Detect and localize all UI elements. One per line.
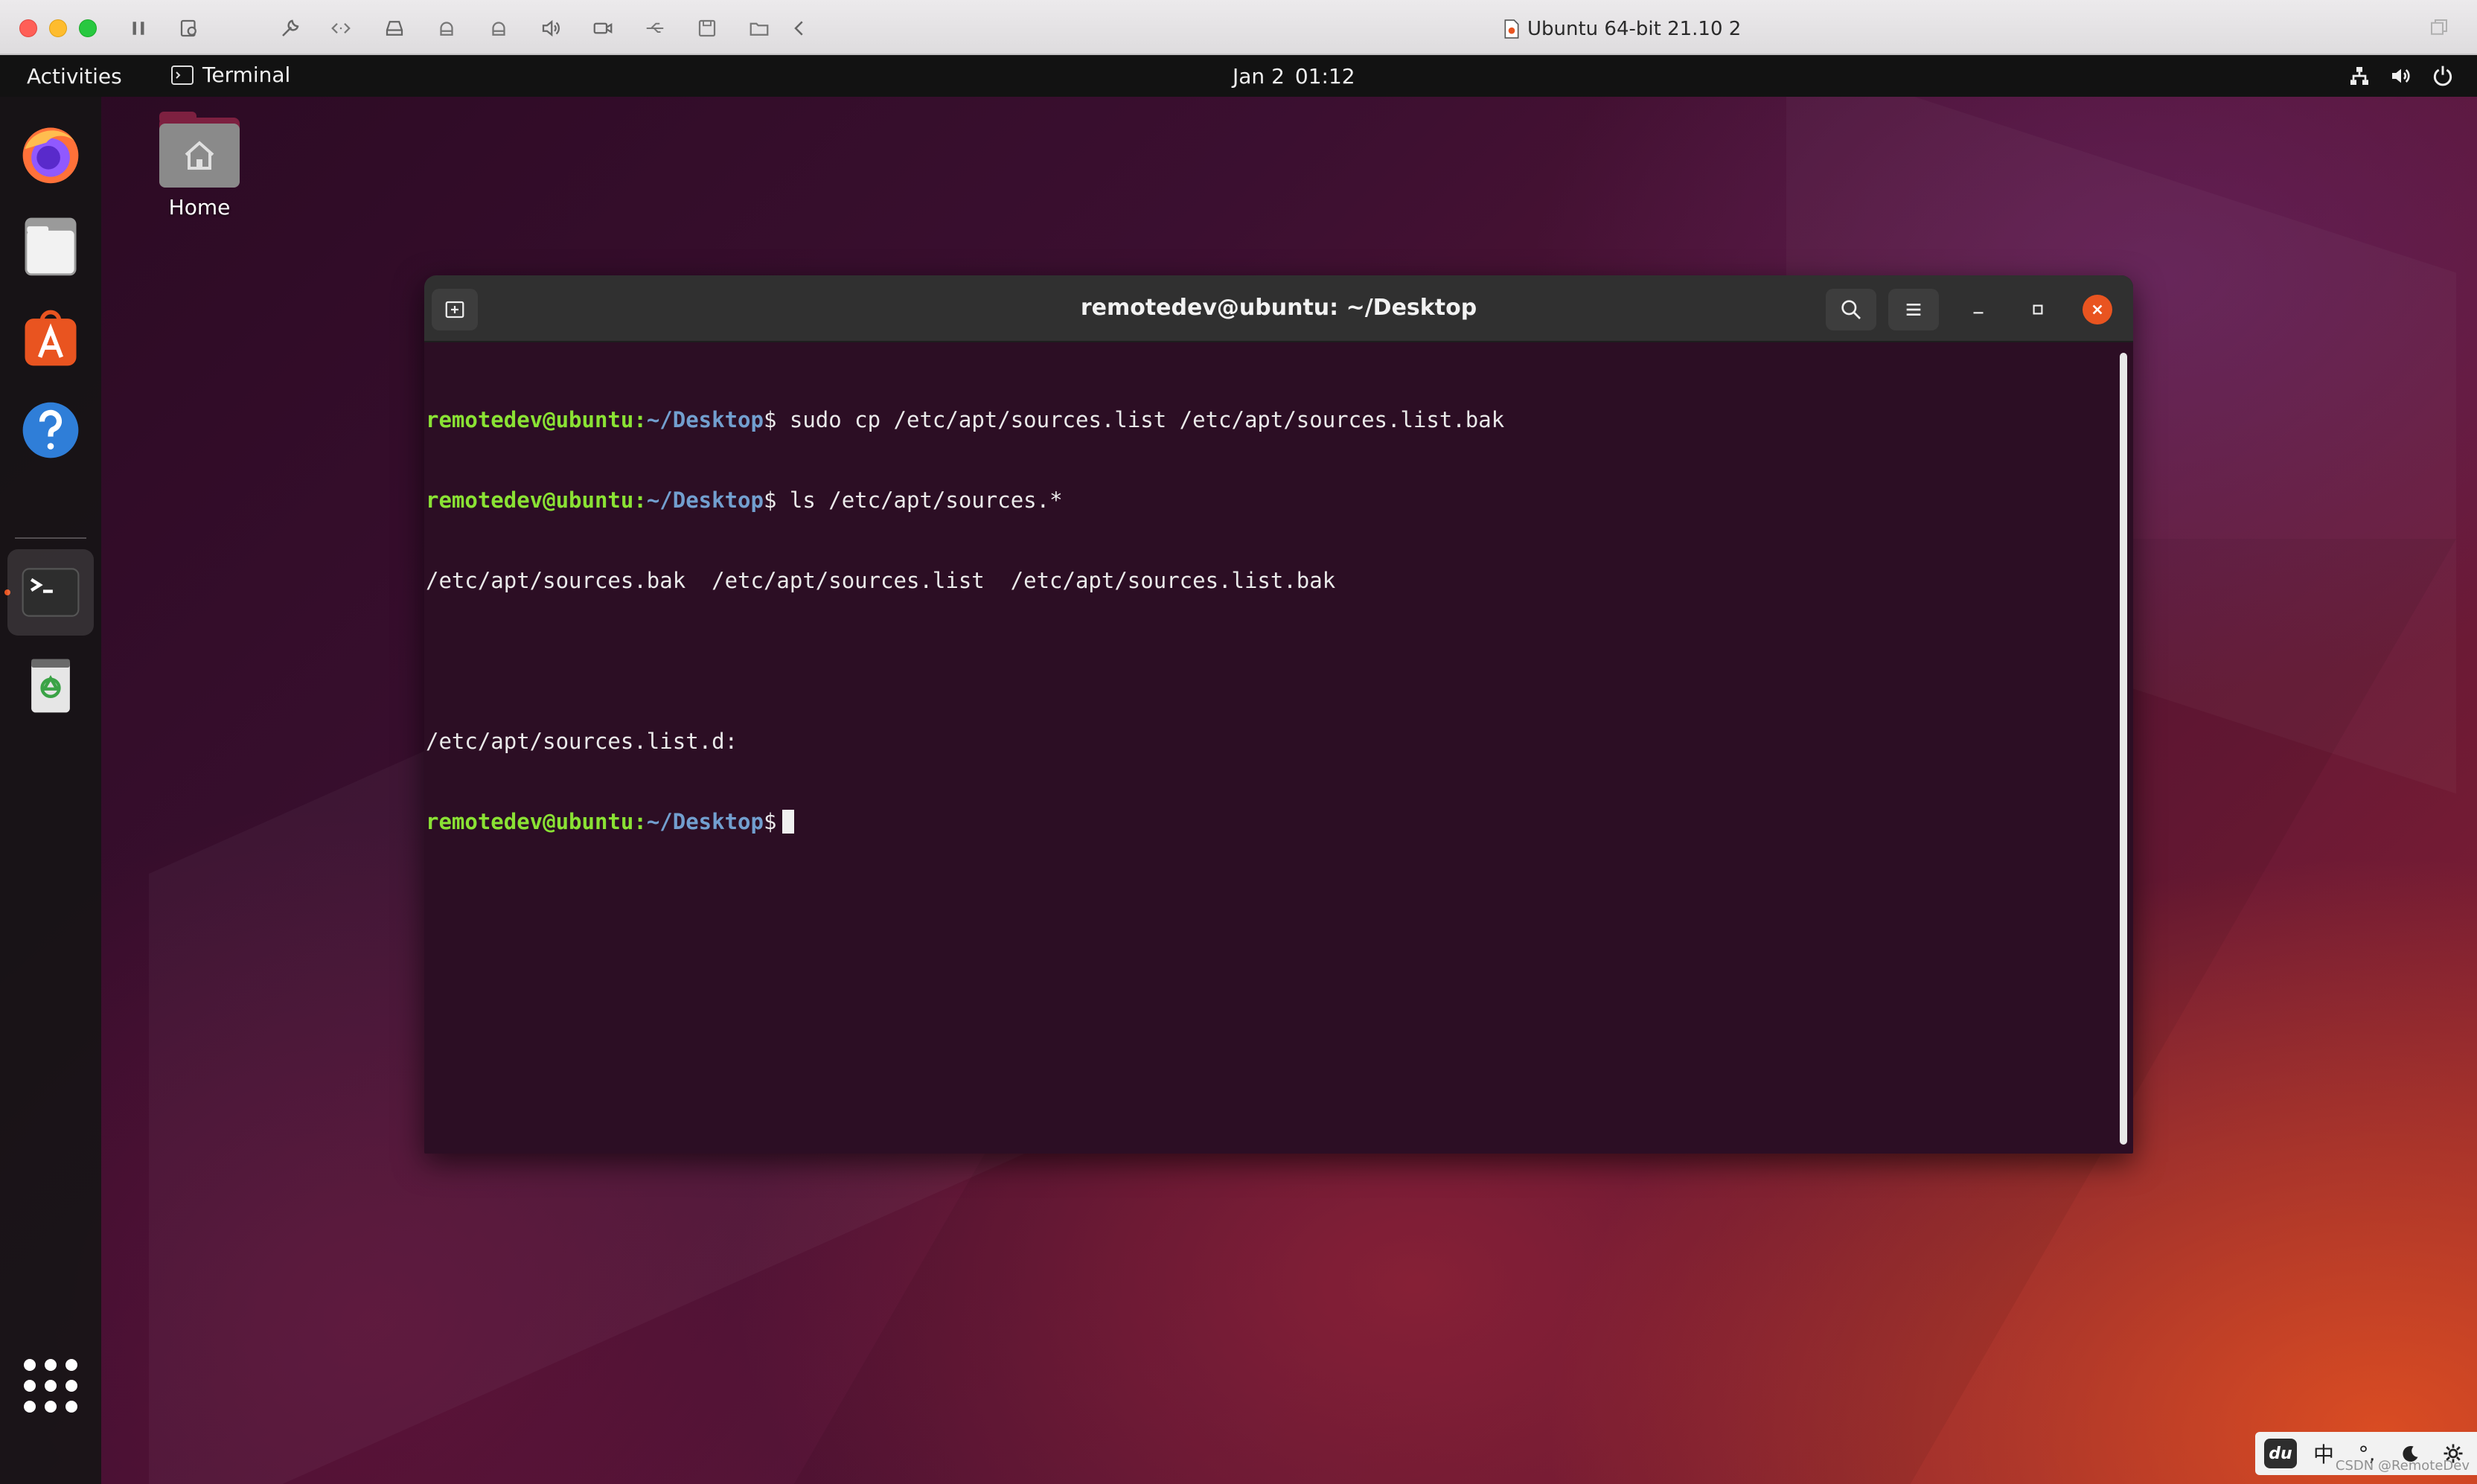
minimize-window-button[interactable] xyxy=(49,19,67,37)
prompt-symbol: $ xyxy=(763,487,777,513)
dock-software[interactable] xyxy=(7,295,94,381)
volume-icon[interactable] xyxy=(2389,64,2413,88)
camera-icon[interactable] xyxy=(485,15,512,42)
dock-trash[interactable] xyxy=(7,642,94,728)
terminal-app-icon xyxy=(171,65,194,85)
dock xyxy=(0,97,101,1484)
terminal-headerbar[interactable]: remotedev@ubuntu: ~/Desktop xyxy=(424,275,2133,342)
prompt-path: ~/Desktop xyxy=(646,487,764,513)
terminal-line: remotedev@ubuntu:~/Desktop$ xyxy=(426,808,2112,835)
show-apps-icon[interactable] xyxy=(22,1357,79,1414)
command-text: ls /etc/apt/sources.* xyxy=(776,487,1063,513)
network-icon[interactable] xyxy=(2347,64,2371,88)
close-window-button[interactable] xyxy=(19,19,37,37)
fullscreen-window-button[interactable] xyxy=(79,19,97,37)
power-icon[interactable] xyxy=(2431,64,2455,88)
dock-help[interactable] xyxy=(7,387,94,473)
desktop-home-icon[interactable]: Home xyxy=(149,110,250,220)
floppy-icon[interactable] xyxy=(694,15,720,42)
home-folder-icon xyxy=(159,112,240,188)
software-icon xyxy=(25,310,77,366)
output-line: /etc/apt/sources.bak /etc/apt/sources.li… xyxy=(426,568,1336,593)
prompt-path: ~/Desktop xyxy=(646,407,764,432)
usb-icon[interactable] xyxy=(642,15,668,42)
search-button[interactable] xyxy=(1826,289,1876,330)
help-icon xyxy=(22,402,79,458)
clock[interactable]: Jan 2 01:12 xyxy=(1233,64,1355,89)
files-icon xyxy=(25,217,77,276)
prompt-user: remotedev@ubuntu: xyxy=(426,809,647,834)
menu-button[interactable] xyxy=(1888,289,1939,330)
clock-time: 01:12 xyxy=(1294,64,1355,89)
vm-window-title: Ubuntu 64-bit 21.10 2 xyxy=(1503,16,1741,42)
terminal-line: remotedev@ubuntu:~/Desktop$ sudo cp /etc… xyxy=(426,406,2112,433)
minimize-button[interactable] xyxy=(1963,295,1993,324)
sound-icon[interactable] xyxy=(537,15,564,42)
prompt-symbol: $ xyxy=(763,809,777,834)
ubuntu-desktop: Activities Terminal Jan 2 01:12 Home rem… xyxy=(0,55,2477,1484)
watermark: CSDN @RemoteDev xyxy=(2335,1458,2470,1474)
system-tray[interactable] xyxy=(2347,64,2455,88)
terminal-output[interactable]: remotedev@ubuntu:~/Desktop$ sudo cp /etc… xyxy=(424,344,2114,1154)
dock-terminal[interactable] xyxy=(7,549,94,636)
printer-icon[interactable] xyxy=(433,15,460,42)
video-icon[interactable] xyxy=(589,15,616,42)
text-cursor xyxy=(782,810,795,834)
terminal-icon xyxy=(22,568,80,617)
trash-icon xyxy=(31,659,70,713)
clock-date: Jan 2 xyxy=(1233,64,1285,89)
maximize-icon xyxy=(2033,304,2043,315)
pause-icon[interactable] xyxy=(125,15,152,42)
terminal-title: remotedev@ubuntu: ~/Desktop xyxy=(1080,295,1477,321)
ime-toolbar[interactable]: du 中 °, CSDN @RemoteDev xyxy=(2255,1432,2477,1475)
firefox-icon xyxy=(22,127,79,184)
hard-disk-icon[interactable] xyxy=(381,15,408,42)
maximize-button[interactable] xyxy=(2023,295,2053,324)
snapshot-icon[interactable] xyxy=(176,15,202,42)
prompt-path: ~/Desktop xyxy=(646,809,764,834)
dock-files[interactable] xyxy=(7,202,94,289)
wrench-icon[interactable] xyxy=(277,15,304,42)
terminal-window: remotedev@ubuntu: ~/Desktop remotedev@ub… xyxy=(424,275,2133,1154)
vm-host-titlebar: Ubuntu 64-bit 21.10 2 xyxy=(0,0,2477,55)
output-line: /etc/apt/sources.list.d: xyxy=(426,729,738,754)
close-icon xyxy=(2092,304,2103,315)
minimize-icon xyxy=(1973,312,1984,314)
app-menu-label: Terminal xyxy=(202,63,291,87)
activities-button[interactable]: Activities xyxy=(27,64,122,89)
vm-title-text: Ubuntu 64-bit 21.10 2 xyxy=(1527,18,1742,40)
shared-folder-icon[interactable] xyxy=(746,15,773,42)
ime-logo[interactable]: du xyxy=(2264,1439,2297,1468)
close-button[interactable] xyxy=(2083,295,2112,324)
app-menu[interactable]: Terminal xyxy=(171,63,290,87)
hamburger-icon xyxy=(1906,304,1921,316)
search-icon xyxy=(1841,300,1861,319)
back-icon[interactable] xyxy=(786,15,813,42)
command-text: sudo cp /etc/apt/sources.list /etc/apt/s… xyxy=(776,407,1505,432)
terminal-line: remotedev@ubuntu:~/Desktop$ ls /etc/apt/… xyxy=(426,487,2112,514)
prompt-user: remotedev@ubuntu: xyxy=(426,487,647,513)
prompt-user: remotedev@ubuntu: xyxy=(426,407,647,432)
vm-document-icon xyxy=(1504,19,1519,39)
code-icon[interactable] xyxy=(327,15,354,42)
dock-separator xyxy=(15,537,86,539)
top-panel: Activities Terminal Jan 2 01:12 xyxy=(0,55,2477,97)
terminal-scrollbar[interactable] xyxy=(2120,353,2127,1145)
prompt-symbol: $ xyxy=(763,407,777,432)
restore-icon[interactable] xyxy=(2428,16,2450,39)
desktop-home-label: Home xyxy=(168,195,231,220)
dock-firefox[interactable] xyxy=(7,110,94,196)
